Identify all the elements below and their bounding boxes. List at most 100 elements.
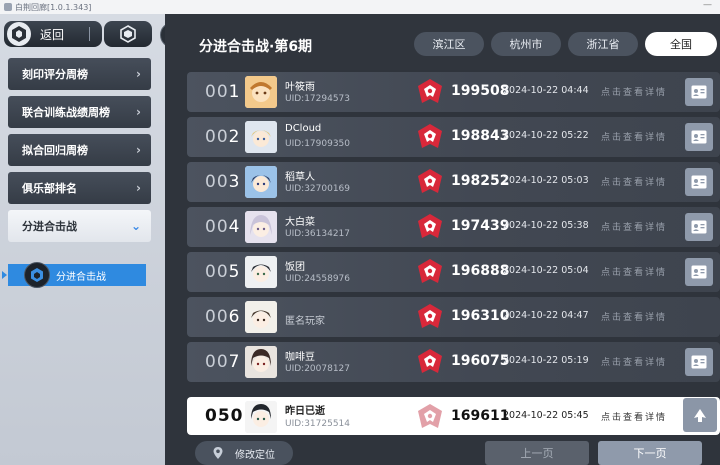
change-location-button[interactable]: 修改定位 xyxy=(195,441,293,465)
window-titlebar: 白荆回廊[1.0.1.343] — xyxy=(0,0,720,14)
rank-number: 001 xyxy=(205,82,241,102)
rank-number: 003 xyxy=(205,172,241,192)
avatar xyxy=(245,401,277,433)
player-uid: UID:17909350 xyxy=(285,139,351,149)
id-card-icon xyxy=(691,130,707,144)
score: 196888 xyxy=(451,263,510,279)
nav-item-label: 刻印评分周榜 xyxy=(22,68,88,81)
chevron-right-icon: › xyxy=(136,181,141,195)
table-row[interactable]: 007 咖啡豆 UID:20078127 196075 2024-10-22 0… xyxy=(187,342,720,382)
avatar xyxy=(245,346,277,378)
id-card-icon xyxy=(691,265,707,279)
region-tab-binjiang[interactable]: 滨江区 xyxy=(414,32,484,56)
timestamp: 2024-10-22 05:38 xyxy=(503,220,589,231)
view-details-link[interactable]: 点击查看详情 xyxy=(601,85,667,98)
next-page-button[interactable]: 下一页 xyxy=(598,441,702,465)
rank-badge-icon xyxy=(418,79,442,103)
timestamp: 2024-10-22 05:22 xyxy=(503,130,589,141)
table-row[interactable]: 006 匿名玩家 196310 2024-10-22 04:47 点击查看详情 xyxy=(187,297,720,337)
player-uid: UID:24558976 xyxy=(285,274,351,284)
region-tab-hangzhou[interactable]: 杭州市 xyxy=(491,32,561,56)
profile-card-button[interactable] xyxy=(685,78,713,106)
profile-card-button[interactable] xyxy=(685,258,713,286)
view-details-link[interactable]: 点击查看详情 xyxy=(601,130,667,143)
rank-number: 004 xyxy=(205,217,241,237)
nav-item-label: 联合训练战绩周榜 xyxy=(22,106,110,119)
id-card-icon xyxy=(691,355,707,369)
sidebar: 返回 ? 刻印评分周榜 › 联合训练战绩周榜 › 拟合回归周榜 › 俱乐部排名 … xyxy=(0,14,186,465)
page-title: 分进合击战·第6期 xyxy=(199,39,313,55)
view-details-link[interactable]: 点击查看详情 xyxy=(601,175,667,188)
profile-card-button[interactable] xyxy=(685,348,713,376)
nav-item-club-ranking[interactable]: 俱乐部排名 › xyxy=(8,172,151,204)
back-label: 返回 xyxy=(40,27,65,42)
nav-item-joint-training[interactable]: 联合训练战绩周榜 › xyxy=(8,96,151,128)
minimize-button[interactable]: — xyxy=(703,0,712,10)
player-name: 咖啡豆 xyxy=(285,352,315,363)
table-row[interactable]: 005 饭团 UID:24558976 196888 2024-10-22 05… xyxy=(187,252,720,292)
avatar xyxy=(245,121,277,153)
timestamp: 2024-10-22 04:47 xyxy=(503,310,589,321)
view-details-link[interactable]: 点击查看详情 xyxy=(601,220,667,233)
split-strike-icon xyxy=(24,262,50,288)
id-card-icon xyxy=(691,175,707,189)
player-name: 叶筱雨 xyxy=(285,82,315,93)
app-icon xyxy=(4,3,12,11)
chevron-right-icon: › xyxy=(136,105,141,119)
header: 分进合击战·第6期 滨江区 杭州市 浙江省 全国 xyxy=(165,14,720,70)
region-tab-zhejiang[interactable]: 浙江省 xyxy=(568,32,638,56)
view-details-link[interactable]: 点击查看详情 xyxy=(601,265,667,278)
avatar xyxy=(245,76,277,108)
main-panel: 分进合击战·第6期 滨江区 杭州市 浙江省 全国 001 叶筱雨 UID:172… xyxy=(165,14,720,465)
scroll-to-top-button[interactable] xyxy=(683,398,717,432)
view-details-link[interactable]: 点击查看详情 xyxy=(601,410,667,423)
timestamp: 2024-10-22 05:19 xyxy=(503,355,589,366)
back-button[interactable]: 返回 xyxy=(4,21,102,47)
table-row[interactable]: 002 DCloud UID:17909350 198843 2024-10-2… xyxy=(187,117,720,157)
avatar xyxy=(245,301,277,333)
timestamp: 2024-10-22 05:04 xyxy=(503,265,589,276)
table-row[interactable]: 001 叶筱雨 UID:17294573 199508 2024-10-22 0… xyxy=(187,72,720,112)
sub-item-label: 分进合击战 xyxy=(56,271,106,283)
chevron-right-icon: › xyxy=(136,67,141,81)
rank-badge-icon xyxy=(418,304,442,328)
nav-item-regression[interactable]: 拟合回归周榜 › xyxy=(8,134,151,166)
my-rank-row[interactable]: 050 昨日已逝 UID:31725514 169611 2024-10-22 … xyxy=(187,397,720,435)
table-row[interactable]: 004 大白菜 UID:36134217 197439 2024-10-22 0… xyxy=(187,207,720,247)
score: 197439 xyxy=(451,218,510,234)
score: 196075 xyxy=(451,353,510,369)
rank-badge-icon xyxy=(418,214,442,238)
nav-item-seal-score[interactable]: 刻印评分周榜 › xyxy=(8,58,151,90)
nav-item-split-strike[interactable]: 分进合击战 ⌄ xyxy=(8,210,151,242)
view-details-link[interactable]: 点击查看详情 xyxy=(601,355,667,368)
divider xyxy=(89,27,90,41)
player-uid: UID:20078127 xyxy=(285,364,351,374)
ranking-list: 001 叶筱雨 UID:17294573 199508 2024-10-22 0… xyxy=(187,70,720,390)
home-button[interactable] xyxy=(104,21,152,47)
score: 198843 xyxy=(451,128,510,144)
top-buttons: 返回 ? xyxy=(0,21,190,51)
player-name: 昨日已逝 xyxy=(285,406,325,417)
nav-item-label: 俱乐部排名 xyxy=(22,182,77,195)
profile-card-button[interactable] xyxy=(685,123,713,151)
player-name: 饭团 xyxy=(285,262,305,273)
profile-card-button[interactable] xyxy=(685,213,713,241)
view-details-link[interactable]: 点击查看详情 xyxy=(601,310,667,323)
timestamp: 2024-10-22 05:45 xyxy=(503,410,589,421)
avatar xyxy=(245,166,277,198)
change-location-label: 修改定位 xyxy=(235,449,275,461)
rank-number: 002 xyxy=(205,127,241,147)
prev-page-button[interactable]: 上一页 xyxy=(485,441,589,465)
rank-number: 005 xyxy=(205,262,241,282)
id-card-icon xyxy=(691,85,707,99)
profile-card-button[interactable] xyxy=(685,168,713,196)
chevron-right-icon: › xyxy=(136,143,141,157)
player-uid: UID:32700169 xyxy=(285,184,351,194)
score: 198252 xyxy=(451,173,510,189)
region-tab-national[interactable]: 全国 xyxy=(645,32,717,56)
rank-number: 006 xyxy=(205,307,241,327)
avatar xyxy=(245,211,277,243)
table-row[interactable]: 003 稻草人 UID:32700169 198252 2024-10-22 0… xyxy=(187,162,720,202)
rank-badge-icon xyxy=(418,169,442,193)
app-logo-icon xyxy=(7,22,31,46)
